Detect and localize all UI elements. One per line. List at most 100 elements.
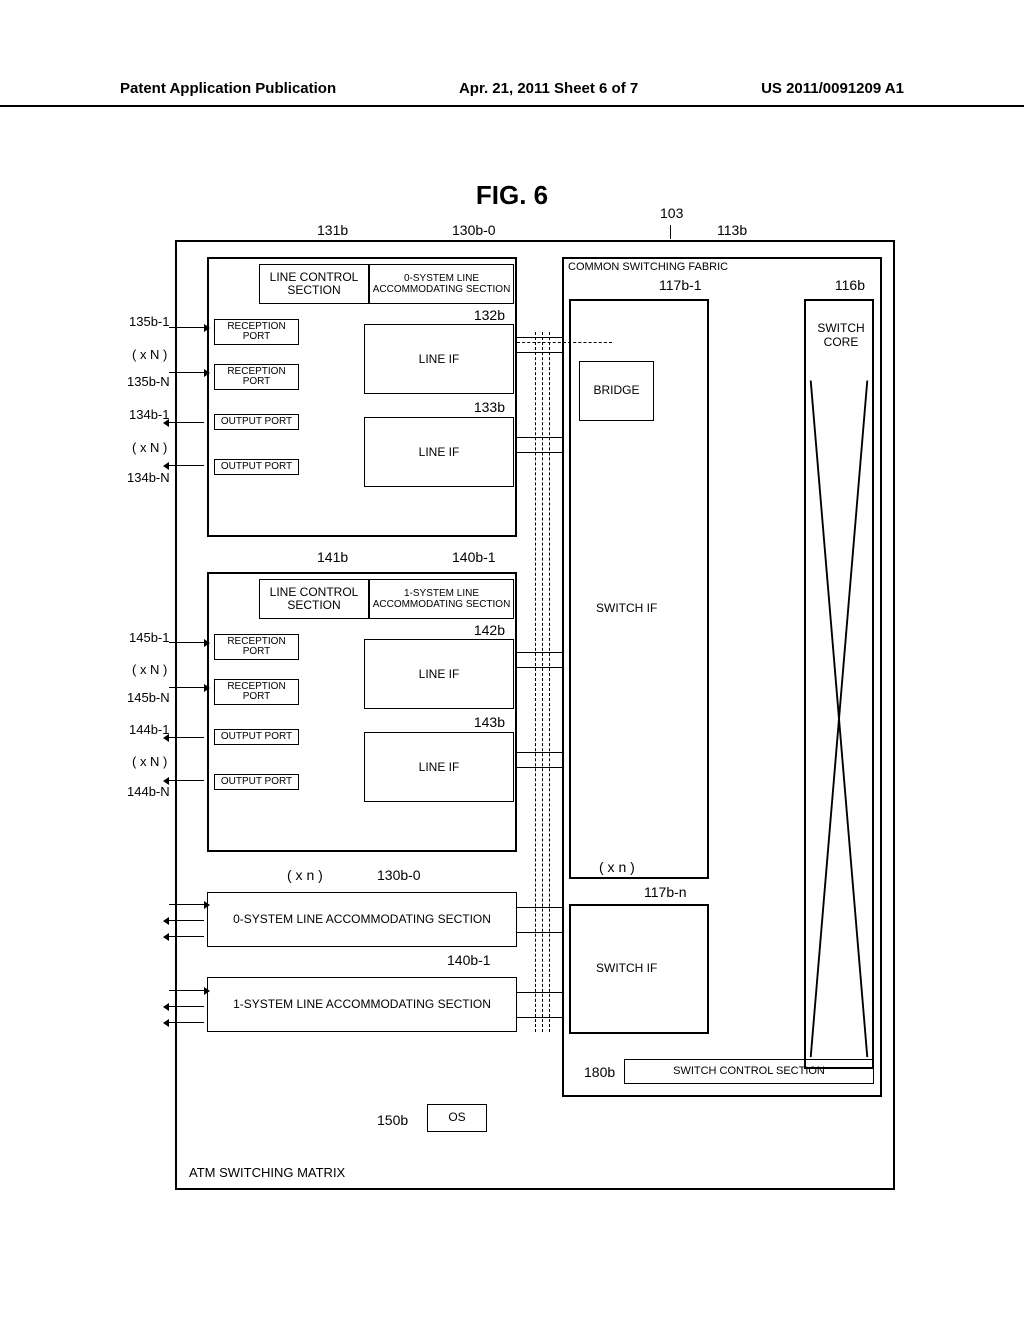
bridge-box: BRIDGE <box>579 361 654 421</box>
arrow-bottom-6 <box>169 1022 204 1023</box>
header-center: Apr. 21, 2011 Sheet 6 of 7 <box>459 80 638 97</box>
arrow-bottom-2 <box>169 920 204 921</box>
ref-131b: 131b <box>317 222 348 238</box>
bus-3 <box>517 437 562 438</box>
bus-8 <box>517 767 562 768</box>
arrow-in-0-n <box>169 372 204 373</box>
section-1-bottom: 1-SYSTEM LINE ACCOMMODATING SECTION <box>207 977 517 1032</box>
arrow-out-0-n <box>169 465 204 466</box>
arrow-bottom-1 <box>169 904 204 905</box>
dashed-connection <box>517 342 612 343</box>
header-left: Patent Application Publication <box>120 80 336 97</box>
ref-145b-N: 145b-N <box>127 690 170 705</box>
label-fabric-xn: ( x n ) <box>599 859 635 875</box>
rail-1 <box>535 332 536 1032</box>
ref-140b1-bottom: 140b-1 <box>447 952 491 968</box>
ref-142b: 142b <box>474 622 505 638</box>
label-xn-bottom: ( x n ) <box>287 867 323 883</box>
ref-144b-N: 144b-N <box>127 784 170 799</box>
line-if-0-bot: LINE IF <box>364 417 514 487</box>
arrow-in-1-1 <box>169 642 204 643</box>
ref-135b-1: 135b-1 <box>129 314 169 329</box>
label-xN-1b: ( x N ) <box>132 754 167 769</box>
output-port-1-n: OUTPUT PORT <box>214 774 299 790</box>
atm-switching-matrix-box: 131b 130b-0 113b LINE CONTROL SECTION 0-… <box>175 240 895 1190</box>
header-rule <box>0 105 1024 107</box>
section-1-title: 1-SYSTEM LINE ACCOMMODATING SECTION <box>369 579 514 619</box>
switch-core: SWITCH CORE <box>804 299 874 1069</box>
reception-port-1-1: RECEPTION PORT <box>214 634 299 660</box>
section-0-bottom: 0-SYSTEM LINE ACCOMMODATING SECTION <box>207 892 517 947</box>
output-port-1-1: OUTPUT PORT <box>214 729 299 745</box>
switch-if-bottom: SWITCH IF <box>569 904 709 1034</box>
ref-103: 103 <box>660 205 683 221</box>
os-box: OS <box>427 1104 487 1132</box>
arrow-bottom-5 <box>169 1006 204 1007</box>
ref-150b: 150b <box>377 1112 408 1128</box>
ref-134b-N: 134b-N <box>127 470 170 485</box>
arrow-bottom-3 <box>169 936 204 937</box>
common-switching-fabric: COMMON SWITCHING FABRIC 117b-1 116b 118b… <box>562 257 882 1097</box>
line-if-1-top: LINE IF <box>364 639 514 709</box>
ref-143b: 143b <box>474 714 505 730</box>
line-control-section-1: LINE CONTROL SECTION <box>259 579 369 619</box>
bus-10 <box>517 932 562 933</box>
reception-port-1-n: RECEPTION PORT <box>214 679 299 705</box>
bus-11 <box>517 992 562 993</box>
ref-132b: 132b <box>474 307 505 323</box>
switch-core-label: SWITCH CORE <box>811 321 871 349</box>
switch-if-label-top: SWITCH IF <box>596 601 657 615</box>
line-if-1-bot: LINE IF <box>364 732 514 802</box>
bus-7 <box>517 752 562 753</box>
page-header: Patent Application Publication Apr. 21, … <box>0 80 1024 107</box>
arrow-out-1-1 <box>169 737 204 738</box>
ref-133b: 133b <box>474 399 505 415</box>
bus-2 <box>517 352 562 353</box>
header-right: US 2011/0091209 A1 <box>761 80 904 97</box>
leader-103 <box>670 225 671 239</box>
label-xN-0a: ( x N ) <box>132 347 167 362</box>
reception-port-0-1: RECEPTION PORT <box>214 319 299 345</box>
rail-3 <box>549 332 550 1032</box>
label-xN-1a: ( x N ) <box>132 662 167 677</box>
ref-117b-n: 117b-n <box>644 884 687 900</box>
rail-2 <box>542 332 543 1032</box>
arrow-out-1-n <box>169 780 204 781</box>
bus-4 <box>517 452 562 453</box>
arrow-in-0-1 <box>169 327 204 328</box>
fabric-title: COMMON SWITCHING FABRIC <box>568 261 728 273</box>
arrow-bottom-4 <box>169 990 204 991</box>
bus-9 <box>517 907 562 908</box>
arrow-out-0-1 <box>169 422 204 423</box>
ref-135b-N: 135b-N <box>127 374 170 389</box>
bus-5 <box>517 652 562 653</box>
ref-113b: 113b <box>717 222 747 238</box>
label-xN-0b: ( x N ) <box>132 440 167 455</box>
reception-port-0-n: RECEPTION PORT <box>214 364 299 390</box>
arrow-in-1-n <box>169 687 204 688</box>
switch-if-top: BRIDGE SWITCH IF <box>569 299 709 879</box>
bus-6 <box>517 667 562 668</box>
bus-12 <box>517 1017 562 1018</box>
bus-1 <box>517 337 562 338</box>
output-port-0-1: OUTPUT PORT <box>214 414 299 430</box>
output-port-0-n: OUTPUT PORT <box>214 459 299 475</box>
ref-145b-1: 145b-1 <box>129 630 169 645</box>
ref-140b-1: 140b-1 <box>452 549 496 565</box>
ref-116b: 116b <box>835 277 865 293</box>
switch-control-section: SWITCH CONTROL SECTION <box>624 1059 874 1084</box>
ref-130b0-top: 130b-0 <box>452 222 496 238</box>
switch-core-cross-icon <box>806 301 872 1067</box>
section-1-system-line: LINE CONTROL SECTION 1-SYSTEM LINE ACCOM… <box>207 572 517 852</box>
ref-141b: 141b <box>317 549 348 565</box>
figure-title: FIG. 6 <box>476 180 548 211</box>
section-0-title: 0-SYSTEM LINE ACCOMMODATING SECTION <box>369 264 514 304</box>
switch-if-label-bottom: SWITCH IF <box>596 961 657 975</box>
ref-130b0-bottom: 130b-0 <box>377 867 421 883</box>
ref-117b-1: 117b-1 <box>659 277 702 293</box>
section-0-system-line: LINE CONTROL SECTION 0-SYSTEM LINE ACCOM… <box>207 257 517 537</box>
ref-180b: 180b <box>584 1064 615 1080</box>
line-control-section-0: LINE CONTROL SECTION <box>259 264 369 304</box>
atm-label: ATM SWITCHING MATRIX <box>189 1165 345 1180</box>
line-if-0-top: LINE IF <box>364 324 514 394</box>
